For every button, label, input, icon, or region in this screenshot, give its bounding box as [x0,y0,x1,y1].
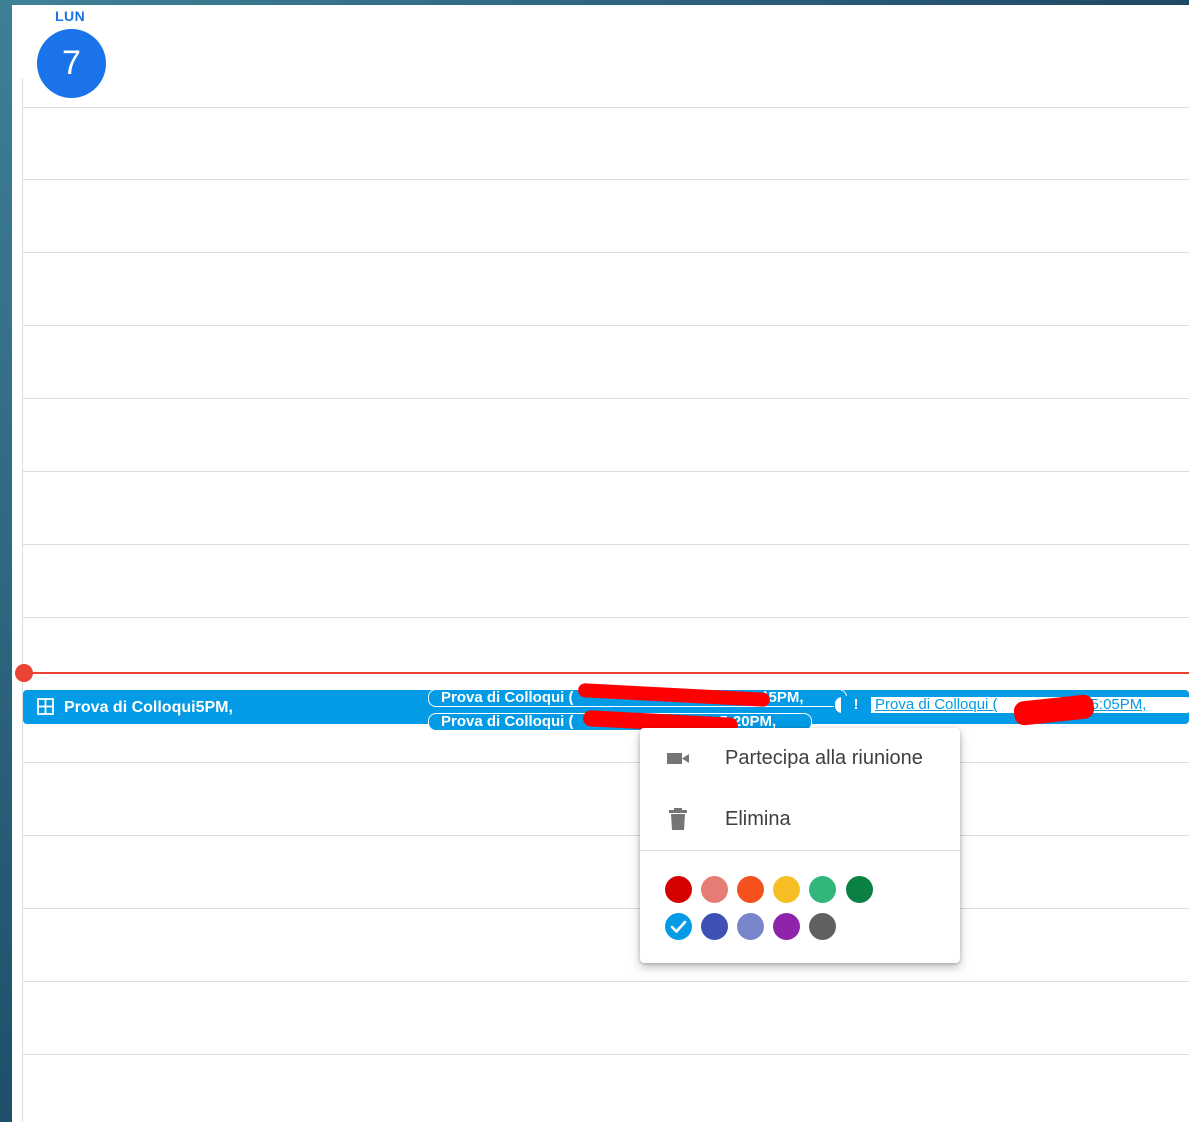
event-time: 5PM, [195,699,233,716]
color-swatch-blueberry[interactable] [701,913,728,940]
color-swatch-graphite[interactable] [809,913,836,940]
current-time-dot [15,664,33,682]
current-time-line [24,672,1189,674]
event-title-text: Prova di Colloqui [64,699,196,716]
day-number-button[interactable]: 7 [37,29,106,98]
checkmark-icon [670,920,687,933]
color-swatch-basil[interactable] [846,876,873,903]
day-column-border [22,78,23,1122]
event-title: Prova di Colloqui5PM, [64,699,233,717]
window-left-frame [0,0,12,1122]
hour-gridline [22,252,1189,253]
calendar-day-view [12,5,1189,1122]
color-swatch-banana[interactable] [773,876,800,903]
hour-gridline [22,835,1189,836]
hour-gridline [22,544,1189,545]
hour-gridline [22,179,1189,180]
event-chip-time: )5:05PM, [1085,696,1147,713]
hour-gridline [22,325,1189,326]
hour-gridline [22,908,1189,909]
delete-menu-item[interactable]: Elimina [640,792,960,844]
color-swatch-flamingo[interactable] [701,876,728,903]
hour-gridline [22,762,1189,763]
hour-gridline [22,617,1189,618]
menu-item-label: Elimina [725,808,791,830]
hour-gridline [22,107,1189,108]
color-swatch-lavender[interactable] [737,913,764,940]
videocam-icon [666,746,690,770]
color-swatch-peacock[interactable] [665,913,692,940]
weekday-label: LUN [55,8,86,24]
menu-item-label: Partecipa alla riunione [725,747,923,769]
exclamation-icon: ! [841,697,871,713]
grid-plus-icon [37,698,54,715]
event-chip-declined[interactable]: ! Prova di Colloqui ( )5:05PM, [834,696,1189,714]
hour-gridline [22,1054,1189,1055]
event-chip-title: Prova di Colloqui ( [441,713,574,730]
color-swatch-tomato[interactable] [665,876,692,903]
color-swatch-sage[interactable] [809,876,836,903]
color-swatch-tangerine[interactable] [737,876,764,903]
event-context-menu: Partecipa alla riunione Elimina [640,728,960,963]
join-meeting-menu-item[interactable]: Partecipa alla riunione [640,731,960,783]
trash-icon [666,807,690,831]
hour-gridline [22,471,1189,472]
menu-divider [640,850,960,851]
color-swatch-grape[interactable] [773,913,800,940]
event-chip-title: Prova di Colloqui ( [875,696,998,713]
hour-gridline [22,981,1189,982]
hour-gridline [22,398,1189,399]
event-chip-title: Prova di Colloqui ( [441,689,574,706]
